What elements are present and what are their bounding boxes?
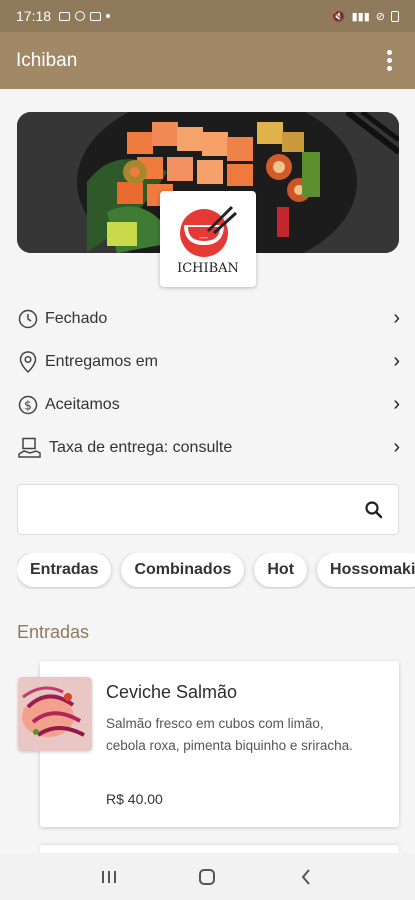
info-label-status: Fechado	[45, 309, 108, 327]
chip-entradas[interactable]: Entradas	[17, 553, 112, 587]
chevron-right-icon: ›	[393, 436, 400, 458]
menu-item-description: Salmão fresco em cubos com limão, cebola…	[106, 716, 353, 753]
clock-icon	[17, 308, 39, 330]
battery-icon	[391, 10, 399, 22]
info-label-delivery-area: Entregamos em	[45, 352, 158, 370]
chevron-right-icon: ›	[393, 307, 400, 329]
bowl-chopsticks-icon: —	[180, 205, 238, 257]
info-row-payment[interactable]: $ Aceitamos ›	[17, 383, 400, 426]
menu-item-image	[18, 677, 92, 751]
restaurant-logo: — ICHIBAN	[160, 191, 256, 287]
search-icon[interactable]	[364, 500, 384, 520]
status-time: 17:18	[16, 8, 52, 24]
logo-text: ICHIBAN	[177, 260, 239, 276]
notification-icons	[59, 11, 111, 21]
menu-item-price: R$ 40.00	[106, 791, 163, 807]
category-chips: Entradas Combinados Hot Hossomaki	[17, 553, 415, 589]
laptop-icon	[59, 11, 71, 21]
delivery-hand-icon	[17, 437, 43, 459]
system-nav-bar	[0, 853, 415, 900]
app-bar: Ichiban	[0, 32, 415, 89]
info-label-delivery-fee: Taxa de entrega: consulte	[49, 438, 233, 456]
info-row-status[interactable]: Fechado ›	[17, 297, 400, 340]
dollar-circle-icon: $	[17, 394, 39, 416]
info-row-delivery-area[interactable]: Entregamos em ›	[17, 340, 400, 383]
search-input[interactable]	[32, 485, 364, 534]
instagram-icon	[75, 11, 86, 21]
chip-combinados[interactable]: Combinados	[121, 553, 245, 587]
search-bar	[17, 484, 399, 535]
chevron-right-icon: ›	[393, 393, 400, 415]
svg-text:—: —	[199, 233, 208, 243]
info-row-delivery-fee[interactable]: Taxa de entrega: consulte ›	[17, 426, 400, 469]
info-label-payment: Aceitamos	[45, 395, 120, 413]
chip-hot[interactable]: Hot	[254, 553, 308, 587]
more-vert-icon[interactable]	[379, 49, 399, 73]
back-icon[interactable]	[291, 862, 321, 892]
signal-icon: ▮▮▮	[351, 10, 370, 23]
system-icons: 🔇 ▮▮▮ ⊘	[332, 10, 399, 23]
image-icon	[90, 11, 102, 21]
svg-text:$: $	[24, 398, 32, 412]
menu-item-name: Ceviche Salmão	[106, 682, 238, 702]
store-info-list: Fechado › Entregamos em › $ Aceitamos › …	[17, 297, 400, 469]
more-notifications-dot	[106, 14, 111, 18]
section-title: Entradas	[17, 622, 90, 642]
home-icon[interactable]	[192, 862, 222, 892]
no-sim-icon: ⊘	[375, 10, 385, 23]
location-pin-icon	[17, 350, 39, 373]
app-title: Ichiban	[16, 49, 78, 71]
mute-icon: 🔇	[331, 10, 346, 23]
recent-apps-icon[interactable]	[94, 862, 124, 892]
chip-hossomaki[interactable]: Hossomaki	[317, 553, 415, 587]
chevron-right-icon: ›	[393, 350, 400, 372]
status-bar: 17:18 🔇 ▮▮▮ ⊘	[0, 0, 415, 32]
